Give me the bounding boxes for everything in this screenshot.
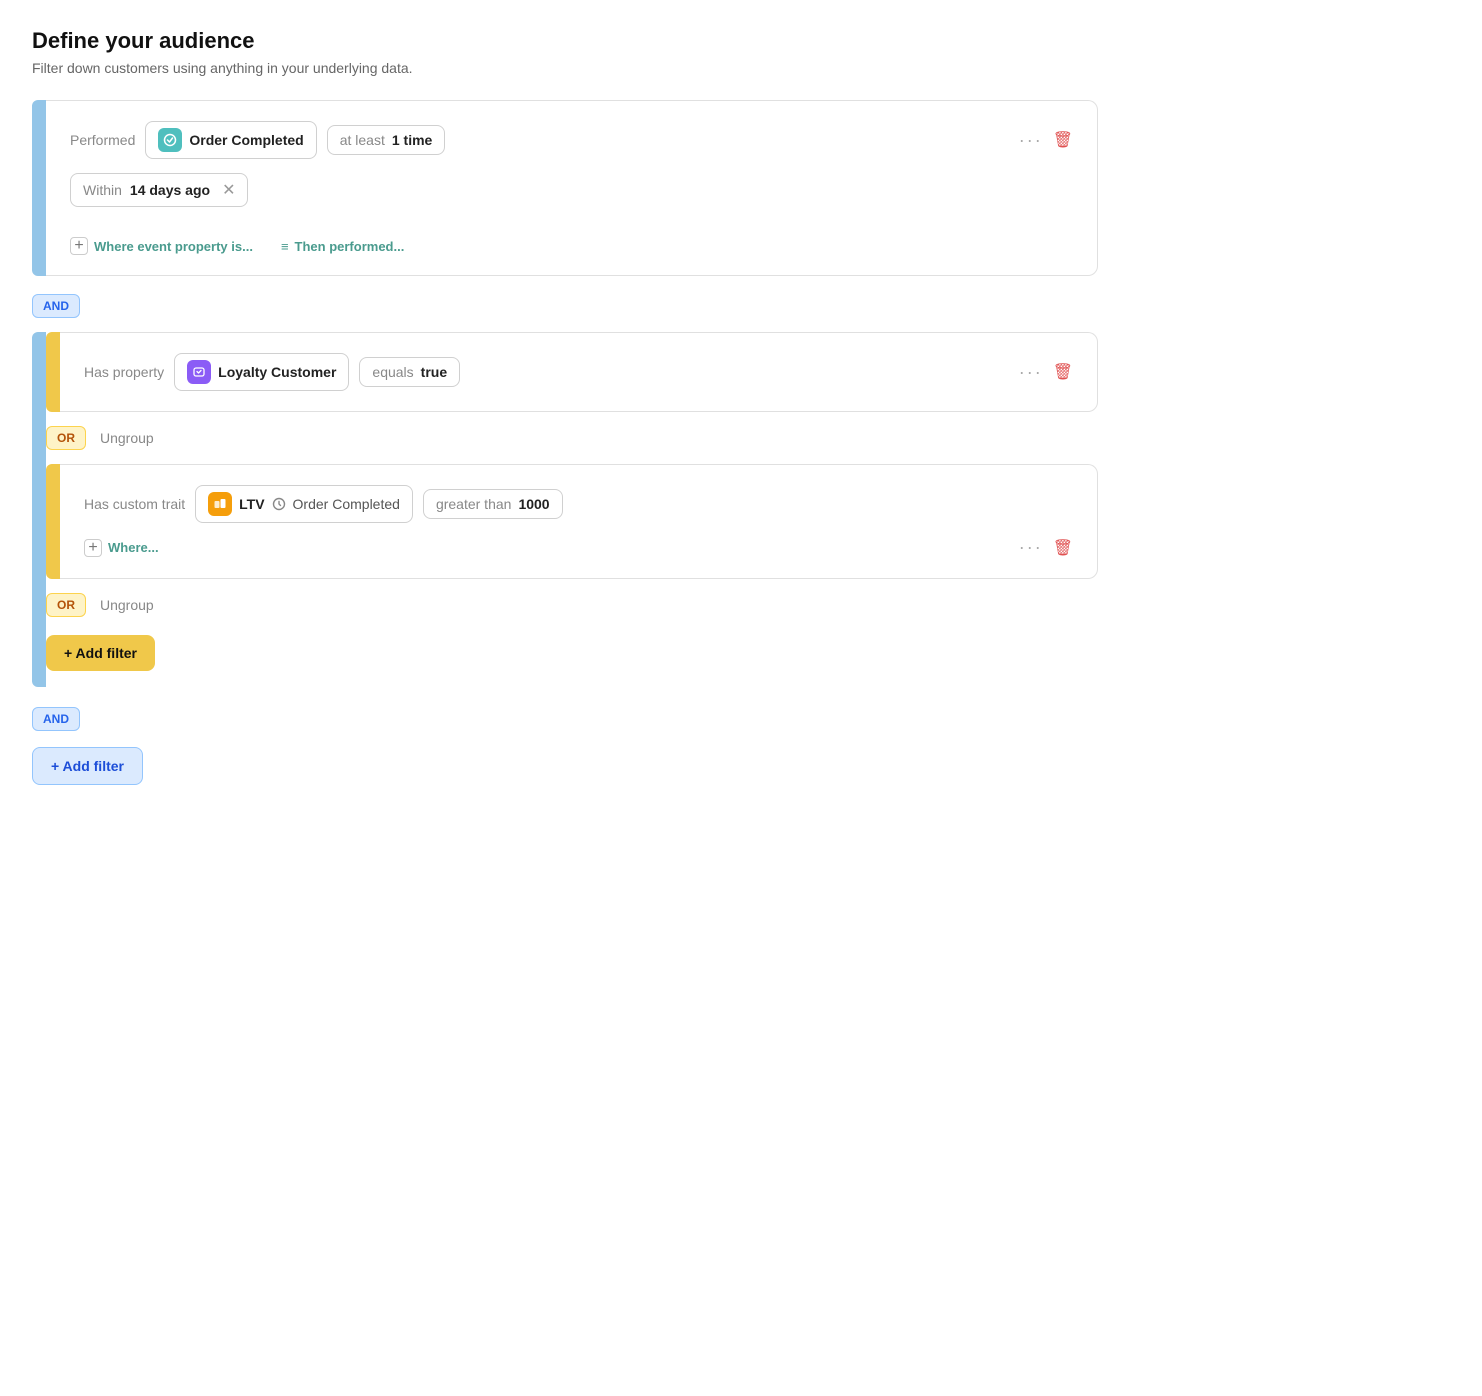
greater-than-chip[interactable]: greater than 1000 xyxy=(423,489,563,519)
filter-2-actions: ··· 🗑 xyxy=(1019,362,1073,383)
group-outer-bar xyxy=(32,332,46,687)
and-badge-1[interactable]: AND xyxy=(32,294,80,318)
page-subtitle: Filter down customers using anything in … xyxy=(32,60,1098,76)
where-event-property-link[interactable]: + Where event property is... xyxy=(70,237,253,255)
ltv-chip[interactable]: LTV Order Completed xyxy=(195,485,413,523)
ungroup-link-2[interactable]: Ungroup xyxy=(100,597,154,613)
loyalty-customer-label: Loyalty Customer xyxy=(218,364,336,380)
filter-1-inner: Performed Order Completed at least 1 tim… xyxy=(46,100,1098,276)
group-content: Has property Loyalty Customer xyxy=(46,332,1098,687)
filter-1-header-row: Performed Order Completed at least 1 tim… xyxy=(70,121,1073,159)
then-performed-icon: ≡ xyxy=(281,239,289,254)
add-filter-yellow-button[interactable]: + Add filter xyxy=(46,635,155,671)
ltv-icon xyxy=(208,492,232,516)
filter-2-more-menu[interactable]: ··· xyxy=(1019,362,1043,383)
performed-label: Performed xyxy=(70,132,135,148)
time-chip-close[interactable]: ✕ xyxy=(222,180,235,200)
order-completed-label: Order Completed xyxy=(189,132,303,148)
then-performed-link[interactable]: ≡ Then performed... xyxy=(281,239,404,254)
where-plus-icon: + xyxy=(84,539,102,557)
or-connector-1: OR Ungroup xyxy=(46,426,1098,450)
filter-1-delete-icon[interactable]: 🗑 xyxy=(1053,130,1073,150)
filter-1-action-links: + Where event property is... ≡ Then perf… xyxy=(70,223,1073,255)
order-completed-chip[interactable]: Order Completed xyxy=(145,121,316,159)
filter-group: Has property Loyalty Customer xyxy=(32,332,1098,687)
has-custom-trait-label: Has custom trait xyxy=(84,496,185,512)
loyalty-customer-chip[interactable]: Loyalty Customer xyxy=(174,353,349,391)
filter-2-row: Has property Loyalty Customer xyxy=(84,353,1073,391)
equals-value: true xyxy=(421,364,447,380)
filter-3-actions: ··· 🗑 xyxy=(1019,537,1073,558)
filter-1-actions: ··· 🗑 xyxy=(1019,130,1073,151)
page-title: Define your audience xyxy=(32,28,1098,54)
add-filter-blue-button[interactable]: + Add filter xyxy=(32,747,143,785)
gt-operator: greater than xyxy=(436,496,512,512)
time-value: 14 days ago xyxy=(130,182,210,198)
gt-value: 1000 xyxy=(518,496,549,512)
equals-true-chip[interactable]: equals true xyxy=(359,357,460,387)
add-filter-yellow-wrapper: + Add filter xyxy=(46,631,1098,687)
time-label: Within xyxy=(83,182,122,198)
and-connector-1: AND xyxy=(32,294,1098,318)
filter-3-more-menu[interactable]: ··· xyxy=(1019,537,1043,558)
add-filter-blue-wrapper: + Add filter xyxy=(32,747,1098,785)
filter-3-bottom-row: + Where... ··· 🗑 xyxy=(84,537,1073,558)
or-badge-2[interactable]: OR xyxy=(46,593,86,617)
equals-operator: equals xyxy=(372,364,413,380)
and-badge-2[interactable]: AND xyxy=(32,707,80,731)
filter-1-card: Performed Order Completed at least 1 tim… xyxy=(32,100,1098,276)
filter-3-accent-bar xyxy=(46,464,60,579)
filter-2-accent-bar xyxy=(46,332,60,412)
where-link[interactable]: + Where... xyxy=(84,539,159,557)
ltv-event-label: Order Completed xyxy=(293,496,400,512)
filter-2-delete-icon[interactable]: 🗑 xyxy=(1053,362,1073,382)
or-connector-2: OR Ungroup xyxy=(46,593,1098,617)
time-chip[interactable]: Within 14 days ago ✕ xyxy=(70,173,248,207)
loyalty-customer-icon xyxy=(187,360,211,384)
or-badge-1[interactable]: OR xyxy=(46,426,86,450)
where-event-plus-icon: + xyxy=(70,237,88,255)
filter-2-conditions: Has property Loyalty Customer xyxy=(84,353,460,391)
has-property-label: Has property xyxy=(84,364,164,380)
filter-3-main-row: Has custom trait LTV xyxy=(84,485,1073,523)
ltv-clock-icon xyxy=(272,497,286,511)
filter-1-more-menu[interactable]: ··· xyxy=(1019,130,1043,151)
filter-3-card: Has custom trait LTV xyxy=(46,464,1098,579)
order-completed-icon xyxy=(158,128,182,152)
filter-1-accent-bar xyxy=(32,100,46,276)
filter-2-card: Has property Loyalty Customer xyxy=(46,332,1098,412)
filter-3-conditions: Has custom trait LTV xyxy=(84,485,563,523)
ungroup-link-1[interactable]: Ungroup xyxy=(100,430,154,446)
filter-1-conditions: Performed Order Completed at least 1 tim… xyxy=(70,121,445,159)
frequency-prefix: at least xyxy=(340,132,385,148)
frequency-value: 1 time xyxy=(392,132,432,148)
frequency-chip[interactable]: at least 1 time xyxy=(327,125,446,155)
filter-3-delete-icon[interactable]: 🗑 xyxy=(1053,538,1073,558)
and-connector-2: AND xyxy=(32,707,1098,731)
filter-2-inner: Has property Loyalty Customer xyxy=(60,332,1098,412)
filter-1-time-row: Within 14 days ago ✕ xyxy=(70,159,1073,207)
ltv-label: LTV xyxy=(239,496,264,512)
filter-3-inner: Has custom trait LTV xyxy=(60,464,1098,579)
